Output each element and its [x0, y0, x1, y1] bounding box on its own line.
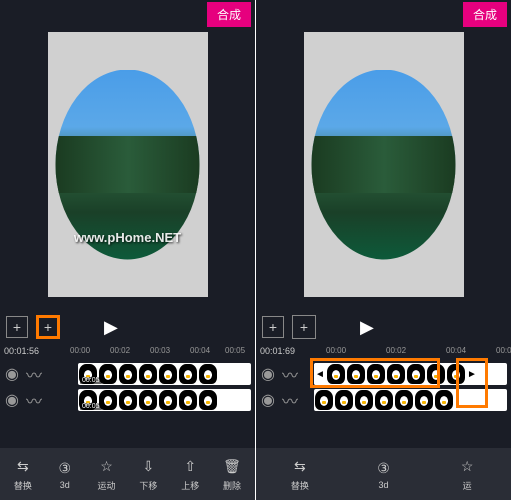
timeline-ruler: 00:01:56 00:00 00:02 00:03 00:04 00:05 [0, 346, 255, 360]
add-icon[interactable]: + [262, 316, 284, 338]
track-row: ◉ 〰 00:05 [4, 388, 251, 412]
replace-tool[interactable]: ⇆替换 [4, 457, 42, 492]
bottom-toolbar: ⇆替换 ③3d ☆运动 ⇩下移 ⇧上移 🗑删除 [0, 448, 255, 500]
visibility-icon[interactable]: ◉ [260, 392, 276, 408]
current-time: 00:01:56 [2, 346, 41, 356]
down-icon: ⇩ [138, 457, 158, 477]
threed-tool[interactable]: ③3d [364, 458, 402, 490]
add-icon[interactable]: + [6, 316, 28, 338]
keyframe-icon[interactable]: 〰 [26, 366, 42, 382]
delete-tool[interactable]: 🗑删除 [213, 457, 251, 492]
timeline-tracks: ◉ 〰 ◄ ► ◉ 〰 [256, 360, 511, 416]
add-layer-button[interactable] [36, 315, 60, 339]
watermark-text: www.pHome.NET [74, 230, 181, 245]
video-clip[interactable]: 00:05 [78, 363, 251, 385]
canvas-area [256, 28, 511, 308]
canvas-background[interactable] [304, 32, 464, 297]
current-time: 00:01:69 [258, 346, 297, 356]
editor-panel-right: 合成 + ▶ 00:01:69 00:00 00:02 00:04 00:06 [256, 0, 511, 500]
timeline-controls: + ▶ [0, 308, 255, 346]
video-clip[interactable] [314, 389, 507, 411]
topbar: 合成 [0, 0, 255, 28]
threed-icon: ③ [55, 458, 75, 478]
star-icon: ☆ [457, 457, 477, 477]
clip-handle-right[interactable]: ► [466, 363, 478, 385]
motion-tool[interactable]: ☆运 [448, 457, 486, 492]
trash-icon: 🗑 [222, 457, 242, 477]
track-row: ◉ 〰 [260, 388, 507, 412]
canvas-background[interactable] [48, 32, 208, 297]
move-down-tool[interactable]: ⇩下移 [129, 457, 167, 492]
threed-tool[interactable]: ③3d [46, 458, 84, 490]
masked-video-preview [309, 70, 459, 260]
swap-icon: ⇆ [13, 457, 33, 477]
keyframe-icon[interactable]: 〰 [26, 392, 42, 408]
motion-tool[interactable]: ☆运动 [88, 457, 126, 492]
move-up-tool[interactable]: ⇧上移 [171, 457, 209, 492]
replace-tool[interactable]: ⇆替换 [281, 457, 319, 492]
timeline-ruler: 00:01:69 00:00 00:02 00:04 00:06 [256, 346, 511, 360]
keyframe-icon[interactable]: 〰 [282, 366, 298, 382]
track-row: ◉ 〰 00:05 [4, 362, 251, 386]
visibility-icon[interactable]: ◉ [260, 366, 276, 382]
track-row: ◉ 〰 ◄ ► [260, 362, 507, 386]
swap-icon: ⇆ [290, 457, 310, 477]
up-icon: ⇧ [180, 457, 200, 477]
canvas-area [0, 28, 255, 308]
video-clip[interactable]: ◄ ► [314, 363, 507, 385]
editor-panel-left: 合成 www.pHome.NET + ▶ 00:01:56 00:00 00:0… [0, 0, 255, 500]
star-icon: ☆ [97, 457, 117, 477]
compose-button[interactable]: 合成 [463, 2, 507, 27]
visibility-icon[interactable]: ◉ [4, 392, 20, 408]
threed-icon: ③ [373, 458, 393, 478]
compose-button[interactable]: 合成 [207, 2, 251, 27]
topbar: 合成 [256, 0, 511, 28]
add-layer-button[interactable] [292, 315, 316, 339]
keyframe-icon[interactable]: 〰 [282, 392, 298, 408]
play-button[interactable]: ▶ [360, 317, 374, 338]
video-clip[interactable]: 00:05 [78, 389, 251, 411]
timeline-tracks: ◉ 〰 00:05 ◉ 〰 00:05 [0, 360, 255, 416]
visibility-icon[interactable]: ◉ [4, 366, 20, 382]
clip-handle-left[interactable]: ◄ [314, 363, 326, 385]
play-button[interactable]: ▶ [104, 317, 118, 338]
timeline-controls: + ▶ [256, 308, 511, 346]
bottom-toolbar: ⇆替换 ③3d ☆运 [256, 448, 511, 500]
